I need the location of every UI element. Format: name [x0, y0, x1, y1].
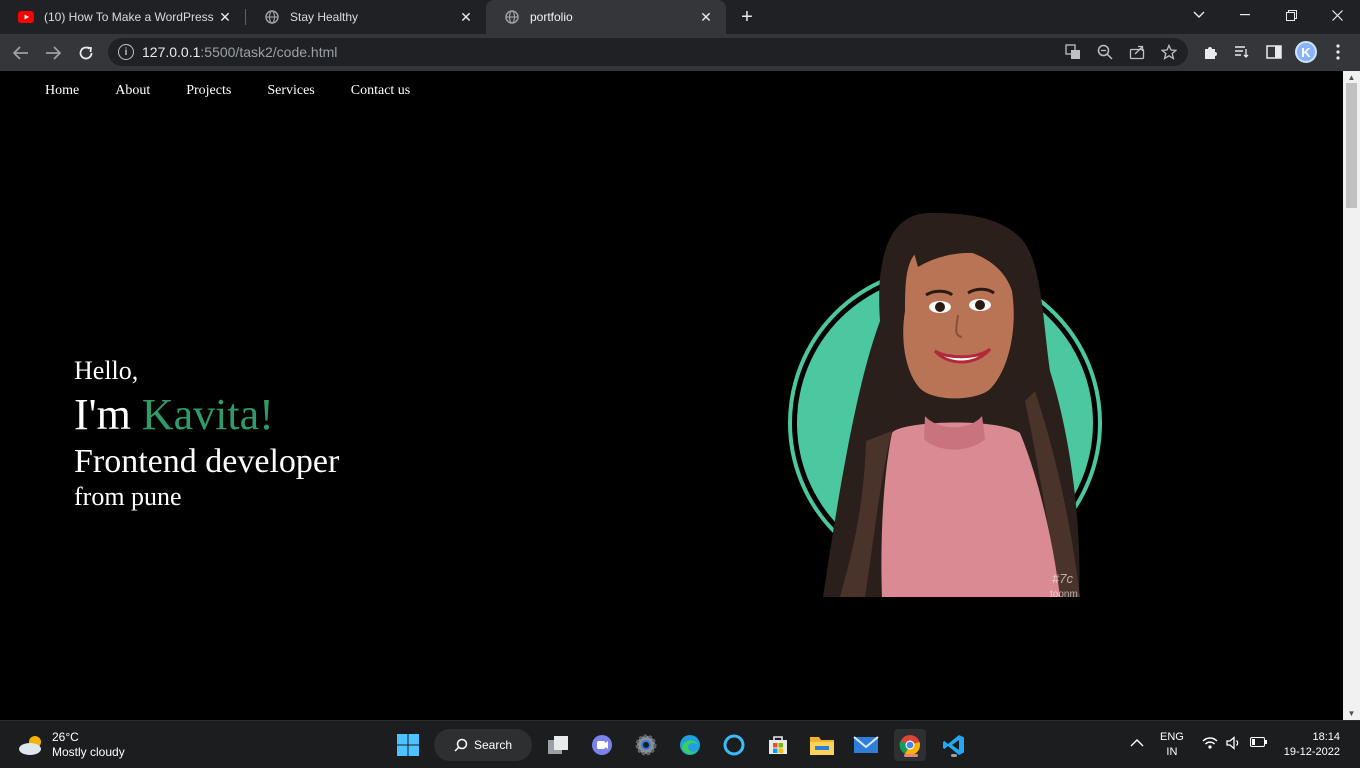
- cortana-icon[interactable]: [718, 729, 750, 761]
- profile-avatar[interactable]: K: [1295, 41, 1317, 63]
- menu-kebab-icon[interactable]: [1328, 42, 1348, 62]
- wifi-icon[interactable]: [1202, 736, 1218, 755]
- tab-youtube[interactable]: (10) How To Make a WordPress W ✕: [0, 0, 245, 34]
- tab-portfolio[interactable]: portfolio ✕: [486, 0, 726, 34]
- language-indicator[interactable]: ENG IN: [1160, 730, 1184, 760]
- nav-projects[interactable]: Projects: [186, 83, 231, 99]
- address-bar[interactable]: i 127.0.0.1:5500/task2/code.html: [108, 38, 1188, 66]
- new-tab-button[interactable]: +: [735, 5, 759, 29]
- lang-region: IN: [1166, 746, 1178, 758]
- tab-title: portfolio: [530, 10, 573, 24]
- reload-icon[interactable]: [73, 40, 99, 66]
- nav-about[interactable]: About: [115, 83, 150, 99]
- close-window-button[interactable]: [1314, 0, 1360, 30]
- weather-desc: Mostly cloudy: [52, 745, 125, 759]
- site-info-icon[interactable]: i: [118, 44, 134, 60]
- chevron-up-icon[interactable]: [1130, 737, 1144, 752]
- edge-browser-icon[interactable]: [674, 729, 706, 761]
- clock-time: 18:14: [1312, 731, 1340, 743]
- teams-chat-icon[interactable]: [586, 729, 618, 761]
- nav-services[interactable]: Services: [267, 83, 314, 99]
- close-tab-icon[interactable]: ✕: [217, 9, 233, 25]
- mail-icon[interactable]: [850, 729, 882, 761]
- restore-button[interactable]: [1268, 0, 1314, 30]
- globe-icon: [264, 9, 280, 25]
- scrollbar-thumb[interactable]: [1346, 83, 1357, 208]
- nav-contact[interactable]: Contact us: [351, 83, 411, 99]
- weather-widget[interactable]: 26°C Mostly cloudy: [18, 730, 125, 760]
- back-arrow-icon[interactable]: [8, 40, 34, 66]
- microsoft-store-icon[interactable]: [762, 729, 794, 761]
- windows-taskbar: 26°C Mostly cloudy Search ENG IN 18:14 1…: [0, 720, 1360, 768]
- hero-name: Kavita!: [141, 390, 274, 439]
- hero-im-prefix: I'm: [74, 390, 142, 439]
- hero-role: Frontend developer: [74, 443, 340, 480]
- translate-icon[interactable]: [1064, 43, 1082, 61]
- chrome-icon[interactable]: [894, 729, 926, 761]
- nav-home[interactable]: Home: [45, 83, 79, 99]
- svg-text:toonm: toonm: [1050, 589, 1078, 600]
- hero-greeting: Hello,: [74, 356, 139, 385]
- active-app-indicator: [904, 754, 918, 757]
- lang-code: ENG: [1160, 731, 1184, 743]
- hero-location: from pune: [74, 482, 182, 511]
- minimize-button[interactable]: [1222, 0, 1268, 30]
- close-tab-icon[interactable]: ✕: [458, 9, 474, 25]
- tab-title: Stay Healthy: [290, 10, 359, 24]
- scroll-up-arrow-icon[interactable]: ▲: [1347, 73, 1356, 82]
- volume-icon[interactable]: [1226, 736, 1242, 755]
- url-text[interactable]: 127.0.0.1:5500/task2/code.html: [142, 44, 337, 60]
- page-viewport: Home About Projects Services Contact us …: [0, 71, 1343, 720]
- tab-title: (10) How To Make a WordPress W: [44, 10, 217, 24]
- svg-text:#7c: #7c: [1052, 571, 1073, 586]
- youtube-icon: [18, 9, 34, 25]
- vertical-scrollbar[interactable]: ▲ ▼: [1343, 71, 1360, 720]
- clock-date: 19-12-2022: [1283, 746, 1340, 758]
- tab-strip: (10) How To Make a WordPress W ✕ Stay He…: [0, 0, 1360, 34]
- start-windows-icon[interactable]: [392, 729, 424, 761]
- side-panel-icon[interactable]: [1264, 42, 1284, 62]
- tab-stay-healthy[interactable]: Stay Healthy ✕: [246, 0, 486, 34]
- vscode-icon[interactable]: [938, 729, 970, 761]
- file-explorer-icon[interactable]: [806, 729, 838, 761]
- share-icon[interactable]: [1128, 43, 1146, 61]
- clock[interactable]: 18:14 19-12-2022: [1280, 730, 1340, 760]
- forward-arrow-icon[interactable]: [40, 40, 66, 66]
- portrait-image: #7c toonm: [780, 211, 1110, 601]
- close-tab-icon[interactable]: ✕: [698, 9, 714, 25]
- weather-temp: 26°C: [52, 730, 79, 744]
- tab-search-icon[interactable]: [1176, 0, 1222, 30]
- search-icon: [454, 738, 468, 752]
- browser-toolbar: i 127.0.0.1:5500/task2/code.html K: [0, 34, 1360, 71]
- bookmark-star-icon[interactable]: [1160, 43, 1178, 61]
- zoom-icon[interactable]: [1096, 43, 1114, 61]
- hero-text: Hello, I'm Kavita! Frontend developer fr…: [74, 356, 339, 512]
- battery-icon[interactable]: [1250, 737, 1268, 752]
- cloud-sun-icon: [19, 736, 41, 755]
- hero-name-line: I'm Kavita!: [74, 390, 339, 440]
- open-app-indicator: [951, 754, 957, 757]
- scroll-down-arrow-icon[interactable]: ▼: [1347, 709, 1356, 718]
- task-view-icon[interactable]: [542, 729, 574, 761]
- settings-gear-icon[interactable]: [630, 729, 662, 761]
- site-nav: Home About Projects Services Contact us: [45, 83, 446, 99]
- extensions-puzzle-icon[interactable]: [1200, 42, 1220, 62]
- search-label: Search: [474, 738, 513, 752]
- taskbar-search[interactable]: Search: [434, 729, 532, 761]
- reading-list-icon[interactable]: [1232, 42, 1252, 62]
- globe-icon: [504, 9, 520, 25]
